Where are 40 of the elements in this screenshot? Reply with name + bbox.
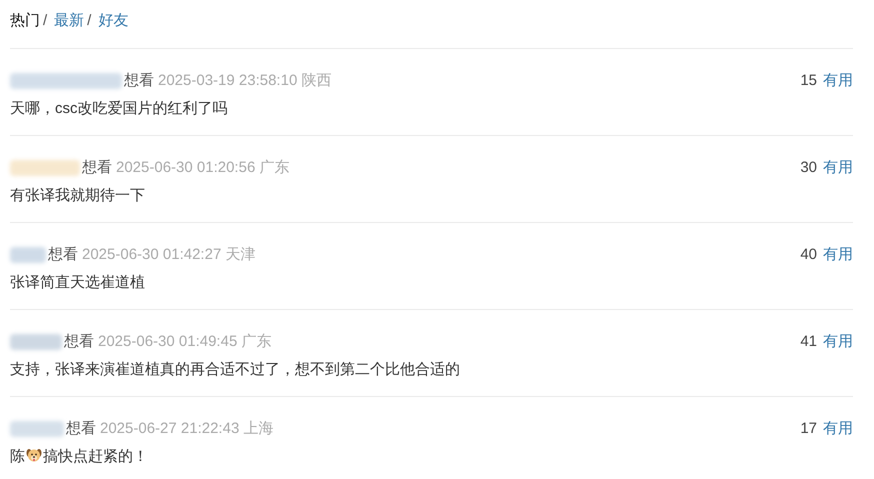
blurred-username xyxy=(10,247,46,263)
vote-count: 40 xyxy=(800,244,817,265)
blurred-username xyxy=(10,334,62,350)
rating-status: 想看 xyxy=(48,244,78,265)
vote-count: 17 xyxy=(800,418,817,439)
filter-tab[interactable]: 最新 xyxy=(54,10,84,32)
rating-status: 想看 xyxy=(66,418,96,439)
comment-location: 广东 xyxy=(241,332,272,352)
comment-text: 张译简直天选崔道植 xyxy=(10,273,146,293)
tab-separator: / xyxy=(43,10,48,31)
filter-tab[interactable]: 好友 xyxy=(98,10,128,32)
vote-count: 15 xyxy=(800,70,817,91)
comment-time: 2025-03-19 23:58:10 xyxy=(158,70,298,91)
vote-count: 41 xyxy=(800,332,817,352)
comment-location: 上海 xyxy=(243,418,274,439)
dog-face-icon xyxy=(26,447,42,463)
filter-tab[interactable]: 热门 xyxy=(10,10,40,32)
comment-text: 天哪，csc改吃爱国片的红利了吗 xyxy=(10,99,228,119)
rating-status: 想看 xyxy=(82,158,112,178)
blurred-username xyxy=(10,421,64,437)
comment-text: 有张译我就期待一下 xyxy=(10,186,146,206)
comment-text: 陈 搞快点赶紧的！ xyxy=(10,446,149,467)
blurred-username xyxy=(10,160,80,176)
tab-separator: / xyxy=(87,10,92,31)
comment-location: 天津 xyxy=(225,244,256,265)
comment-location: 陕西 xyxy=(301,70,332,91)
vote-count: 30 xyxy=(800,158,817,178)
useful-link[interactable]: 有用 xyxy=(823,418,853,440)
useful-link[interactable]: 有用 xyxy=(823,330,853,354)
comment-time: 2025-06-30 01:20:56 xyxy=(116,158,256,178)
rating-status: 想看 xyxy=(64,332,94,352)
comment-time: 2025-06-30 01:42:27 xyxy=(82,244,222,265)
rating-status: 想看 xyxy=(124,70,154,91)
comment-time: 2025-06-30 01:49:45 xyxy=(98,332,238,352)
useful-link[interactable]: 有用 xyxy=(823,156,853,180)
useful-link[interactable]: 有用 xyxy=(823,244,853,266)
comment-location: 广东 xyxy=(259,158,290,178)
useful-link[interactable]: 有用 xyxy=(823,70,853,92)
comment-text: 支持，张译来演崔道植真的再合适不过了，想不到第二个比他合适的 xyxy=(10,360,461,380)
comment-time: 2025-06-27 21:22:43 xyxy=(100,418,240,439)
